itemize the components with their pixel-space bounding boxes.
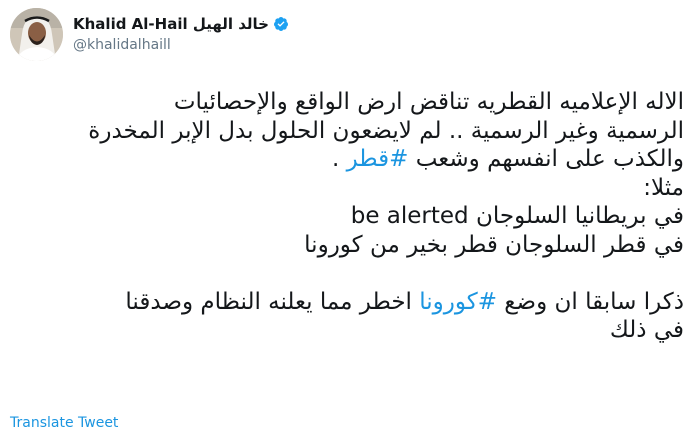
tweet-line-5-arabic: في بريطانيا السلوجان bbox=[468, 203, 684, 229]
tweet-line-7: ذكرا سابقا ان وضع #كورونا اخطر مما يعلنه… bbox=[12, 288, 684, 317]
tweet-line-5: في بريطانيا السلوجان be alerted bbox=[12, 202, 684, 231]
hashtag-qatar[interactable]: #قطر bbox=[347, 146, 409, 172]
tweet-line-3-end: . bbox=[331, 146, 347, 172]
tweet-line-8: في ذلك bbox=[609, 317, 684, 343]
avatar[interactable] bbox=[10, 8, 63, 61]
tweet-line-5-english: be alerted bbox=[350, 203, 469, 229]
tweet-card: Khalid Al-Hail خالد الهيل @khalidalhaill… bbox=[0, 0, 700, 439]
tweet-line-4: مثلا: bbox=[643, 174, 684, 201]
tweet-line-7-after: اخطر مما يعلنه النظام وصدقنا bbox=[125, 288, 420, 315]
tweet-line-2: الرسمية وغير الرسمية .. لم لايضعون الحلو… bbox=[88, 117, 684, 144]
tweet-text: الاله الإعلاميه القطريه تناقض ارض الواقع… bbox=[12, 88, 684, 345]
hashtag-corona[interactable]: #كورونا bbox=[419, 289, 497, 315]
avatar-image bbox=[10, 8, 63, 61]
author-handle[interactable]: @khalidalhaill bbox=[73, 35, 289, 55]
author-name-row[interactable]: Khalid Al-Hail خالد الهيل bbox=[73, 14, 289, 34]
tweet-line-7-before: ذكرا سابقا ان وضع bbox=[497, 288, 684, 315]
verified-badge-icon bbox=[273, 16, 289, 32]
author-display-name[interactable]: Khalid Al-Hail خالد الهيل bbox=[73, 14, 269, 34]
tweet-line-6: في قطر السلوجان قطر بخير من كورونا bbox=[304, 231, 684, 258]
tweet-line-1: الاله الإعلاميه القطريه تناقض ارض الواقع… bbox=[173, 89, 684, 115]
tweet-header: Khalid Al-Hail خالد الهيل @khalidalhaill bbox=[10, 8, 289, 61]
tweet-line-3: والكذب على انفسهم وشعب #قطر . bbox=[12, 145, 684, 174]
translate-tweet-link[interactable]: Translate Tweet bbox=[10, 414, 118, 432]
tweet-line-3-text: والكذب على انفسهم وشعب bbox=[408, 146, 684, 172]
author-names: Khalid Al-Hail خالد الهيل @khalidalhaill bbox=[73, 14, 289, 55]
